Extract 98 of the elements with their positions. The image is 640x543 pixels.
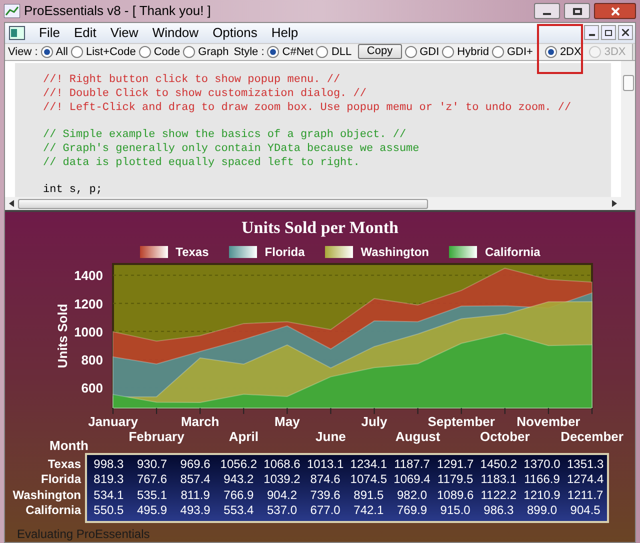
table-cell-text: 534.1 <box>92 488 125 503</box>
table-cell-text: 811.9 <box>180 488 211 503</box>
table-cell-text: 857.4 <box>179 472 212 488</box>
row-label: California <box>26 503 81 518</box>
x-tick-label: January <box>88 414 138 428</box>
radio-label: DLL <box>331 44 352 60</box>
table-cell-text: 1074.5 <box>349 472 388 488</box>
table-cell-text: 1351.3 <box>566 456 605 472</box>
table-cell-text: 1274.4 <box>566 472 605 488</box>
radio-label: 2DX <box>560 44 582 60</box>
table-cell-text: 986.3 <box>482 503 515 518</box>
x-tick-label: February <box>128 428 184 444</box>
table-cell-text: 1069.4 <box>392 472 432 488</box>
table-cell-text: 1089.6 <box>436 488 475 503</box>
radio-label: All <box>56 44 68 60</box>
table-cell-text: 553.4 <box>222 503 255 518</box>
x-tick-label: December <box>560 428 624 444</box>
table-cell-text: 535.1 <box>136 488 168 503</box>
table-cell-text: 874.6 <box>309 472 342 488</box>
row-label: Florida <box>40 472 81 488</box>
table-cell-text: 550.5 <box>92 503 125 518</box>
chart-title: Units Sold per Month <box>240 217 400 239</box>
table-cell-text: 766.9 <box>222 488 255 503</box>
table-cell-text: 1056.2 <box>219 456 258 472</box>
y-tick-label: 1200 <box>74 296 103 311</box>
radio-label: GDI <box>420 44 440 60</box>
radio-label: List+Code <box>86 44 136 60</box>
legend-label: Florida <box>264 244 305 260</box>
window-title: ProEssentials v8 - [ Thank you! ] <box>24 2 211 20</box>
y-tick-label: 1400 <box>74 268 103 283</box>
table-cell-text: 1187.7 <box>393 456 431 472</box>
radio-label: 3DX <box>604 44 626 60</box>
footer-text: Evaluating ProEssentials <box>17 526 151 542</box>
radio-label: C#Net <box>282 44 314 60</box>
radio-label: GDI+ <box>506 44 533 60</box>
code-comment: // Simple example show the basics of a graph object. // <box>43 128 408 142</box>
table-cell-text: 537.0 <box>266 503 298 518</box>
view-label: View : <box>8 44 38 60</box>
table-cell-text: 1179.5 <box>436 472 474 488</box>
table-cell-text: 1183.1 <box>480 472 518 488</box>
table-cell-text: 915.0 <box>439 503 472 518</box>
style-label: Style : <box>234 44 264 60</box>
table-cell-text: 742.1 <box>352 503 385 518</box>
x-tick-label: September <box>428 414 495 428</box>
row-label: Texas <box>48 456 81 472</box>
radio-label: Graph <box>198 44 229 60</box>
table-cell-text: 767.6 <box>136 472 168 488</box>
y-axis-label: Units Sold <box>55 303 70 368</box>
table-cell-text: 982.0 <box>396 488 428 503</box>
x-axis-label: Month <box>50 438 88 450</box>
table-cell-text: 495.9 <box>136 503 168 518</box>
y-tick-label: 600 <box>81 380 103 396</box>
code-comment: //! Right button click to show popup menu. // <box>43 73 342 87</box>
table-cell-text: 969.6 <box>179 456 212 472</box>
table-cell-text: 819.3 <box>92 472 125 488</box>
radio-label: Hybrid <box>457 44 489 60</box>
code-comment: //! Left-Click and drag to draw zoom box. Use popup memu or 'z' to undo zoom. // <box>43 101 572 115</box>
x-tick-label: March <box>180 414 220 428</box>
table-cell-text: 1013.1 <box>306 456 345 472</box>
legend-label: Texas <box>176 244 209 260</box>
row-label: Washington <box>12 488 81 503</box>
table-cell-text: 1166.9 <box>523 472 561 488</box>
table-cell-text: 904.5 <box>569 503 602 518</box>
code-comment: //! Double Click to show customization dialog. // <box>43 87 368 101</box>
table-cell-text: 1068.6 <box>262 456 302 472</box>
code-comment: // data is plotted equally spaced left to right. <box>43 156 361 170</box>
table-cell-text: 904.2 <box>266 488 298 503</box>
table-cell-text: 1210.9 <box>522 488 562 503</box>
radio-label: Code <box>154 44 180 60</box>
table-cell-text: 899.0 <box>526 503 558 518</box>
table-cell-text: 998.3 <box>92 456 125 472</box>
x-tick-label: May <box>274 414 300 428</box>
table-cell-text: 1234.1 <box>349 456 388 472</box>
x-tick-label: August <box>395 428 440 444</box>
y-tick-label: 800 <box>81 352 103 368</box>
table-cell-text: 1291.7 <box>436 456 475 472</box>
x-tick-label: June <box>316 428 346 444</box>
table-cell-text: 930.7 <box>136 456 168 472</box>
legend-label: Washington <box>360 244 430 260</box>
table-cell-text: 1211.7 <box>566 488 604 503</box>
table-cell-text: 1122.2 <box>480 488 518 503</box>
x-tick-label: April <box>228 428 258 444</box>
x-tick-label: November <box>516 414 580 428</box>
table-cell-text: 943.2 <box>222 472 255 488</box>
table-cell-text: 677.0 <box>309 503 342 518</box>
table-cell-text: 493.9 <box>179 503 212 518</box>
table-cell-text: 1039.2 <box>262 472 302 488</box>
table-cell-text: 891.5 <box>352 488 385 503</box>
legend-label: California <box>485 244 540 260</box>
table-cell-text: 1450.2 <box>479 456 518 472</box>
x-tick-label: October <box>480 428 530 444</box>
code-line: int s, p; <box>43 183 104 197</box>
y-tick-label: 1000 <box>74 324 103 339</box>
x-tick-label: July <box>361 414 388 428</box>
table-cell-text: 739.6 <box>309 488 342 503</box>
table-cell-text: 1370.0 <box>522 456 562 472</box>
code-comment: // Graph's generally only contain YData because we assume <box>43 142 420 156</box>
table-cell-text: 769.9 <box>396 503 428 518</box>
